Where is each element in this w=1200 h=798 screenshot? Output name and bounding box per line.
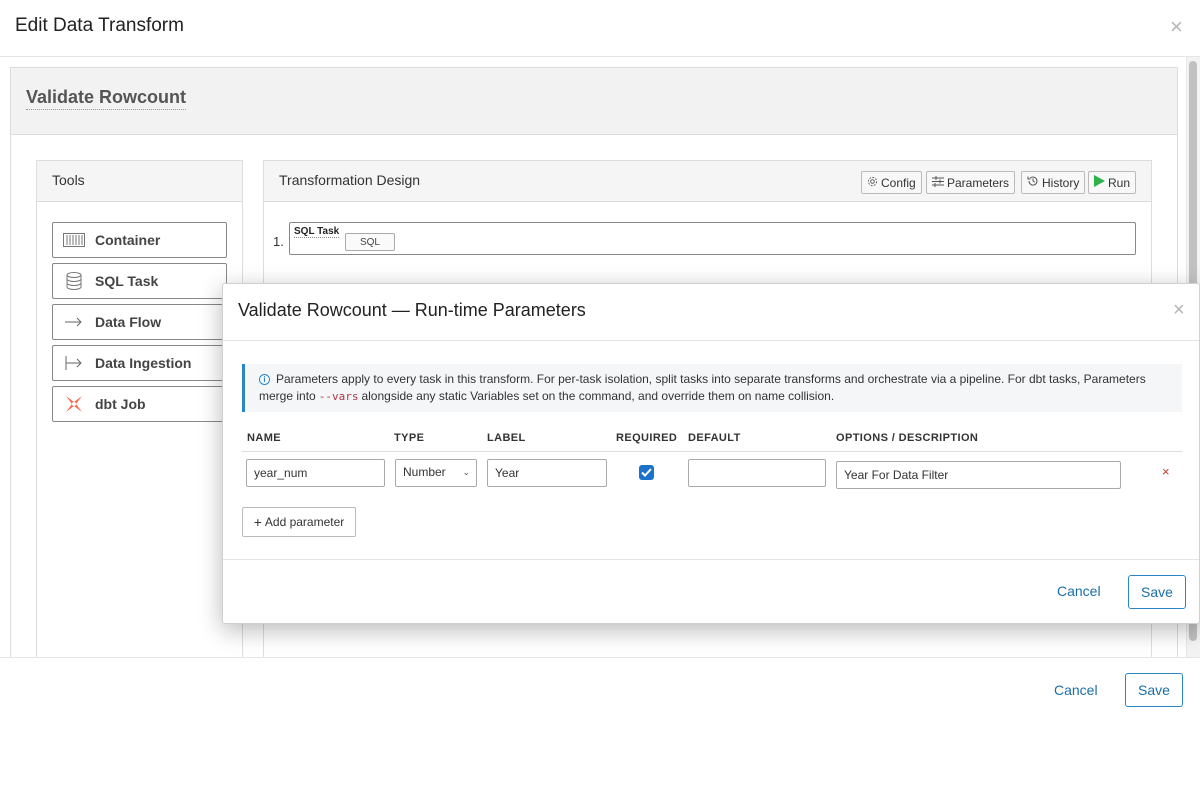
add-parameter-label: Add parameter [264, 515, 345, 529]
outer-close-icon[interactable]: × [1170, 16, 1183, 38]
design-panel-heading: Transformation Design Config Parameters [264, 161, 1151, 202]
transform-panel-heading: Validate Rowcount [11, 68, 1177, 135]
tools-panel-heading: Tools [37, 161, 242, 202]
task-title[interactable]: SQL Task [294, 226, 340, 238]
param-required-checkbox[interactable] [639, 465, 654, 480]
tool-sql-task[interactable]: SQL Task [52, 263, 227, 299]
param-type-value: Number [403, 465, 446, 479]
tool-label: Container [95, 232, 161, 248]
col-header-options: OPTIONS / DESCRIPTION [836, 432, 979, 444]
inner-modal-header: Validate Rowcount — Run-time Parameters … [223, 284, 1199, 341]
task-type-badge[interactable]: SQL [345, 233, 395, 251]
param-label-input[interactable] [487, 459, 607, 487]
param-name-input[interactable] [246, 459, 385, 487]
tool-dbt-job[interactable]: dbt Job [52, 386, 227, 422]
config-label: Config [881, 175, 916, 190]
info-text-end: alongside any static Variables set on th… [361, 389, 835, 403]
arrow-right-icon [63, 312, 85, 332]
outer-modal-header: Edit Data Transform × [0, 0, 1200, 57]
outer-save-button[interactable]: Save [1125, 673, 1183, 707]
info-code: --vars [318, 390, 359, 403]
outer-modal-title: Edit Data Transform [15, 15, 184, 36]
runtime-parameters-modal: Validate Rowcount — Run-time Parameters … [222, 283, 1200, 624]
ingest-arrow-icon [63, 353, 85, 373]
col-header-name: NAME [247, 432, 281, 444]
info-icon: i [259, 374, 270, 385]
inner-close-icon[interactable]: × [1173, 300, 1185, 320]
col-header-label: LABEL [487, 432, 526, 444]
history-icon [1027, 175, 1039, 190]
sql-task-card[interactable]: SQL Task SQL [289, 222, 1136, 255]
checkmark-icon [641, 468, 652, 477]
gear-icon [867, 176, 878, 190]
parameters-label: Parameters [947, 175, 1010, 190]
col-header-type: TYPE [394, 432, 425, 444]
param-type-select[interactable]: Number ⌄ [395, 459, 477, 487]
plus-icon: + [253, 514, 262, 530]
sliders-icon [932, 175, 944, 190]
tools-panel: Tools Container SQL Task Data Flow Data … [36, 160, 243, 657]
history-label: History [1042, 175, 1080, 190]
tool-data-flow[interactable]: Data Flow [52, 304, 227, 340]
table-header-divider [242, 451, 1182, 452]
tool-label: Data Ingestion [95, 355, 192, 371]
info-alert: i Parameters apply to every task in this … [242, 364, 1182, 412]
design-title: Transformation Design [279, 172, 421, 188]
tool-data-ingestion[interactable]: Data Ingestion [52, 345, 227, 381]
outer-modal-footer: Cancel Save [0, 657, 1200, 798]
history-button[interactable]: History [1021, 171, 1086, 194]
config-button[interactable]: Config [861, 171, 922, 194]
dbt-logo-icon [63, 394, 85, 414]
tool-label: dbt Job [95, 396, 146, 412]
tool-container[interactable]: Container [52, 222, 227, 258]
inner-save-button[interactable]: Save [1128, 575, 1186, 609]
inner-footer-divider [223, 559, 1199, 560]
play-icon [1094, 175, 1105, 190]
tool-label: Data Flow [95, 314, 162, 330]
param-options-input[interactable] [836, 461, 1121, 489]
outer-cancel-button[interactable]: Cancel [1048, 680, 1104, 700]
param-default-input[interactable] [688, 459, 826, 487]
add-parameter-button[interactable]: + Add parameter [242, 507, 356, 537]
col-header-required: REQUIRED [616, 432, 678, 444]
inner-modal-title: Validate Rowcount — Run-time Parameters [238, 300, 586, 320]
transform-name[interactable]: Validate Rowcount [26, 87, 187, 110]
database-icon [63, 271, 85, 291]
tool-label: SQL Task [95, 273, 159, 289]
col-header-default: DEFAULT [688, 432, 741, 444]
run-button[interactable]: Run [1088, 171, 1137, 194]
remove-param-icon[interactable]: × [1162, 464, 1170, 479]
tools-title: Tools [52, 172, 85, 188]
chevron-down-icon: ⌄ [462, 467, 470, 477]
inner-cancel-button[interactable]: Cancel [1051, 581, 1107, 601]
run-label: Run [1108, 175, 1131, 190]
task-step-number: 1. [273, 234, 284, 249]
parameters-button[interactable]: Parameters [926, 171, 1016, 194]
container-icon [63, 230, 85, 250]
